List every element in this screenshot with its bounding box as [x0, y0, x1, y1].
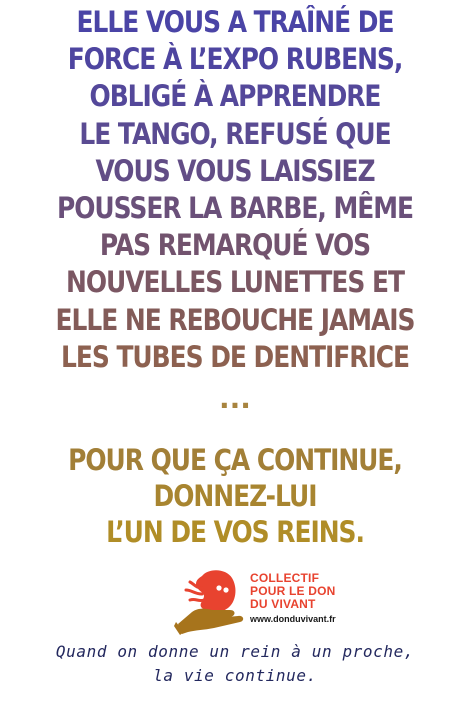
tagline-line: la vie continue.	[153, 666, 317, 685]
headline-line: NOUVELLES LUNETTES ET	[66, 265, 405, 300]
poster: ELLE VOUS A TRAÎNÉ DE FORCE À L’EXPO RUB…	[0, 0, 470, 701]
hand-shape	[174, 608, 244, 635]
tagline-line: Quand on donne un rein à un proche,	[55, 642, 415, 661]
headline-line: POUSSER LA BARBE, MÊME	[56, 191, 414, 226]
headline-line: FORCE À L’EXPO RUBENS,	[67, 42, 404, 77]
website-link[interactable]: www.donduvivant.fr	[250, 614, 370, 625]
headline-line: PAS REMARQUÉ VOS	[99, 228, 371, 263]
headline: ELLE VOUS A TRAÎNÉ DE FORCE À L’EXPO RUB…	[0, 4, 470, 376]
call-to-action: POUR QUE ÇA CONTINUE, DONNEZ-LUI L’UN DE…	[0, 442, 470, 550]
kidney-shape	[184, 570, 236, 613]
kidney-in-hand-icon	[174, 570, 244, 635]
collectif-logo: COLLECTIF POUR LE DON DU VIVANT www.dond…	[168, 566, 368, 638]
ellipsis: ...	[219, 382, 251, 415]
headline-line: ELLE NE REBOUCHE JAMAIS	[55, 302, 416, 337]
logo-line: DU VIVANT	[250, 597, 316, 611]
headline-line: ELLE VOUS A TRAÎNÉ DE	[76, 5, 395, 39]
cta-line: L’UN DE VOS REINS.	[106, 515, 365, 549]
logo-text: COLLECTIF POUR LE DON DU VIVANT www.dond…	[250, 572, 370, 625]
headline-line: LES TUBES DE DENTIFRICE	[61, 339, 410, 374]
cta-line: DONNEZ-LUI	[153, 479, 318, 513]
headline-line: OBLIGÉ À APPRENDRE	[89, 79, 382, 114]
tagline: Quand on donne un rein à un proche, la v…	[0, 640, 470, 688]
headline-line: LE TANGO, REFUSÉ QUE	[79, 116, 391, 151]
headline-line: VOUS VOUS LAISSIEZ	[95, 153, 375, 188]
cta-line: POUR QUE ÇA CONTINUE,	[68, 443, 403, 477]
